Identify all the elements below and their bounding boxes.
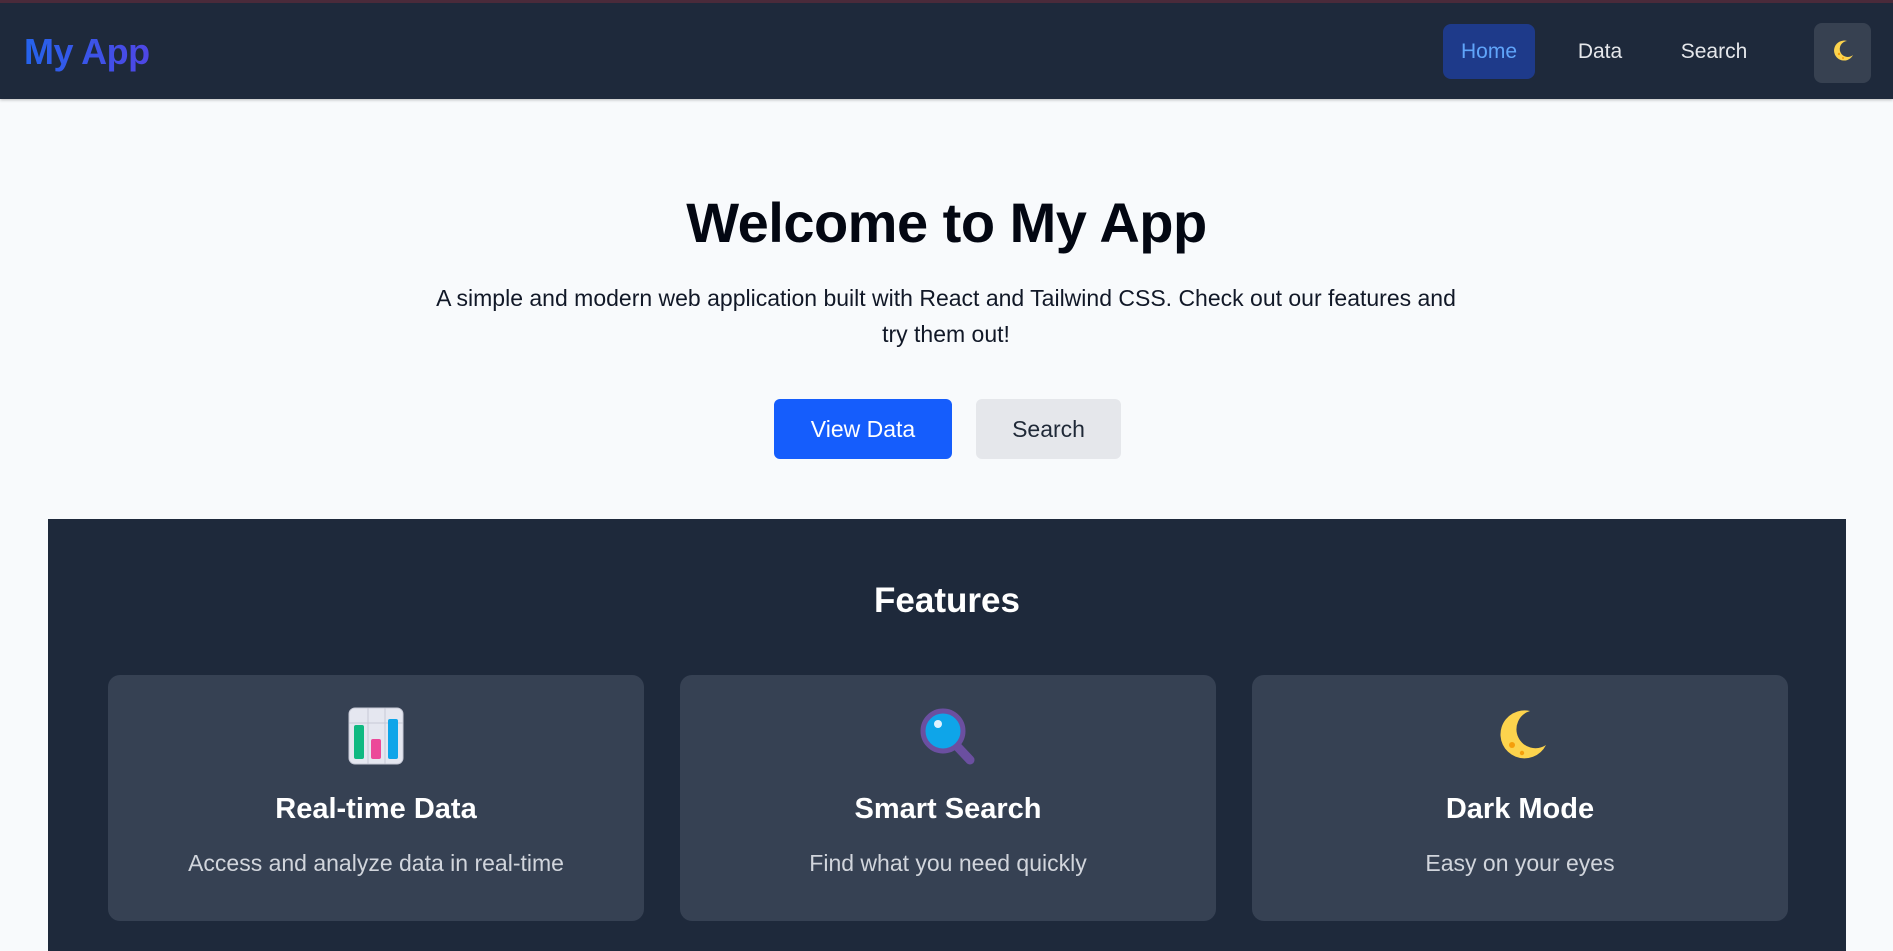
feature-title: Smart Search xyxy=(854,793,1042,825)
view-data-button[interactable]: View Data xyxy=(774,399,952,459)
bar-chart-icon xyxy=(108,707,644,765)
feature-title: Dark Mode xyxy=(1445,793,1595,825)
hero-subtitle: A simple and modern web application buil… xyxy=(436,285,1456,347)
search-button[interactable]: Search xyxy=(976,399,1121,459)
theme-toggle-button[interactable] xyxy=(1814,23,1871,83)
moon-icon xyxy=(1252,707,1788,765)
features-section: Features Real-time Data Access and analy… xyxy=(48,519,1846,951)
feature-description: Find what you need quickly xyxy=(809,850,1087,876)
top-navbar: My App Home Data Search xyxy=(0,0,1893,99)
feature-card-smart-search: Smart Search Find what you need quickly xyxy=(680,675,1216,921)
nav-link-data[interactable]: Data xyxy=(1561,24,1639,79)
magnifier-icon xyxy=(680,707,1216,765)
moon-icon xyxy=(1830,38,1856,69)
feature-description: Easy on your eyes xyxy=(1425,850,1615,876)
feature-description: Access and analyze data in real-time xyxy=(188,850,564,876)
hero-title: Welcome to My App xyxy=(686,191,1207,254)
brand-logo[interactable]: My App xyxy=(24,31,150,73)
nav-link-search[interactable]: Search xyxy=(1667,24,1761,79)
feature-card-realtime-data: Real-time Data Access and analyze data i… xyxy=(108,675,644,921)
feature-card-dark-mode: Dark Mode Easy on your eyes xyxy=(1252,675,1788,921)
feature-title: Real-time Data xyxy=(275,793,477,825)
features-title: Features xyxy=(874,581,1020,620)
nav-link-home[interactable]: Home xyxy=(1443,24,1535,79)
